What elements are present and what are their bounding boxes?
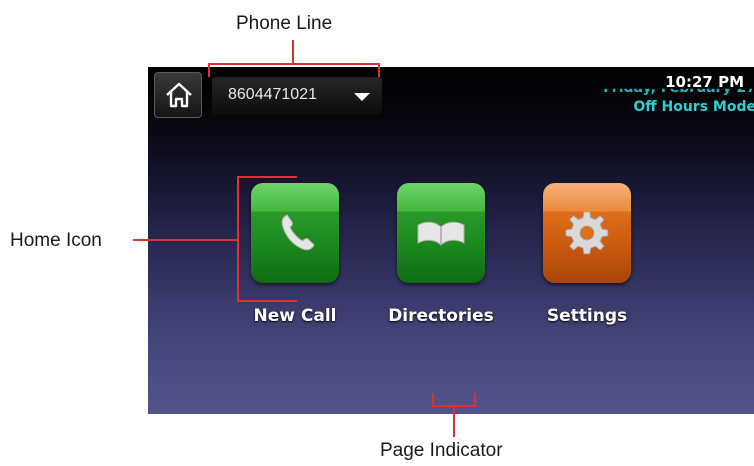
clock: 10:27 PM: [665, 73, 744, 91]
chevron-down-icon: [354, 93, 370, 101]
phone-line-bracket-stem: [292, 40, 294, 64]
phone-line-number: 8604471021: [228, 86, 317, 103]
home-icon-bracket-vertical: [237, 176, 239, 302]
mode-status: Off Hours Mode: [633, 99, 754, 115]
page-indicator-callout: Page Indicator: [380, 440, 503, 461]
new-call-label: New Call: [253, 306, 337, 326]
open-book-icon: [417, 221, 465, 246]
phone-line-bracket-right: [378, 63, 380, 77]
phone-handset-icon: [281, 214, 315, 251]
home-icon-bracket-top: [237, 176, 297, 178]
home-icon-callout: Home Icon: [10, 230, 102, 251]
home-icon: [166, 82, 192, 108]
directories-label: Directories: [388, 306, 494, 326]
home-button[interactable]: [154, 72, 202, 118]
home-icon-bracket-bottom: [237, 300, 297, 302]
gear-icon: [565, 211, 609, 255]
phone-line-bracket-left: [208, 63, 210, 77]
directories-tile[interactable]: [397, 183, 485, 283]
phone-line-callout: Phone Line: [236, 13, 333, 34]
phone-line-selector[interactable]: 8604471021: [212, 77, 382, 115]
home-icon-leader: [133, 239, 239, 241]
settings-label: Settings: [546, 306, 628, 326]
settings-tile[interactable]: [543, 183, 631, 283]
page-indicator-leader: [453, 405, 455, 437]
new-call-tile[interactable]: [251, 183, 339, 283]
phone-line-bracket-top: [208, 63, 380, 65]
